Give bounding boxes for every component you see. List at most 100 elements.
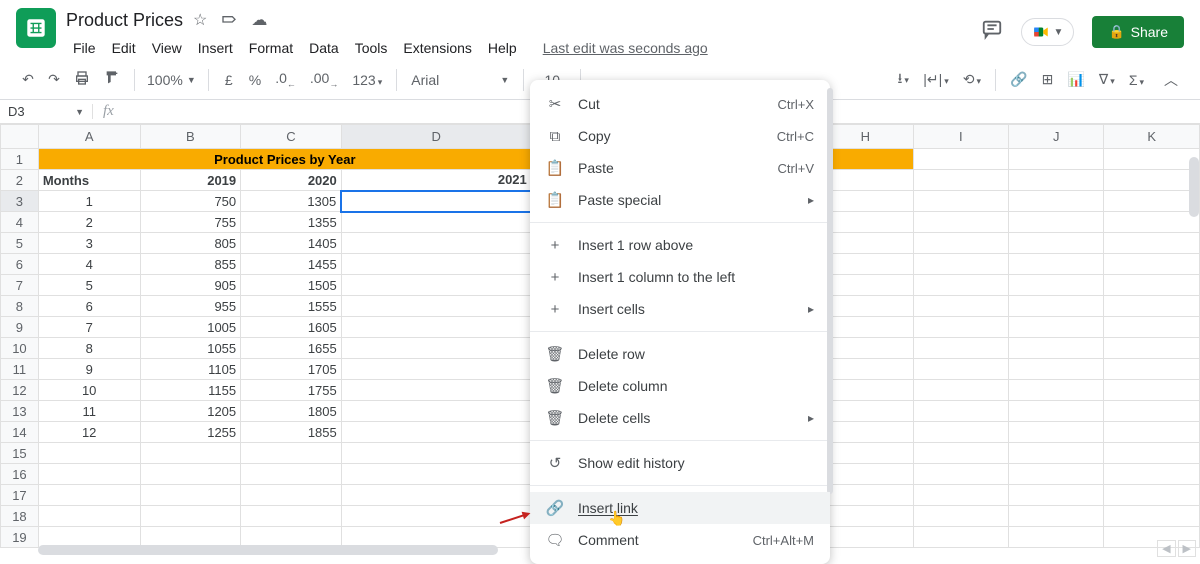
cell-I3[interactable] bbox=[913, 191, 1008, 212]
cell-B8[interactable]: 955 bbox=[140, 296, 241, 317]
cell-C12[interactable]: 1755 bbox=[241, 380, 342, 401]
cell-A2[interactable]: Months bbox=[38, 170, 140, 191]
cell-A13[interactable]: 11 bbox=[38, 401, 140, 422]
row-header-16[interactable]: 16 bbox=[1, 464, 39, 485]
cell-C8[interactable]: 1555 bbox=[241, 296, 342, 317]
cell-D4[interactable] bbox=[341, 212, 531, 233]
cell-B3[interactable]: 750 bbox=[140, 191, 241, 212]
col-header-K[interactable]: K bbox=[1104, 125, 1200, 149]
cell-I16[interactable] bbox=[913, 464, 1008, 485]
ctx-cut[interactable]: ✂ Cut Ctrl+X bbox=[530, 88, 830, 120]
cell-B11[interactable]: 1105 bbox=[140, 359, 241, 380]
cell-I1[interactable] bbox=[913, 149, 1008, 170]
cell-D16[interactable] bbox=[341, 464, 531, 485]
cell-K10[interactable] bbox=[1104, 338, 1200, 359]
cell-I5[interactable] bbox=[913, 233, 1008, 254]
ctx-paste[interactable]: 📋 Paste Ctrl+V bbox=[530, 152, 830, 184]
row-header-1[interactable]: 1 bbox=[1, 149, 39, 170]
decrease-decimal-button[interactable]: .0← bbox=[269, 66, 302, 93]
menu-extensions[interactable]: Extensions bbox=[396, 36, 478, 60]
cell-H18[interactable] bbox=[818, 506, 913, 527]
cell-K9[interactable] bbox=[1104, 317, 1200, 338]
cell-C16[interactable] bbox=[241, 464, 342, 485]
filter-menu[interactable]: ∇ bbox=[1093, 67, 1121, 92]
cell-C10[interactable]: 1655 bbox=[241, 338, 342, 359]
cell-B5[interactable]: 805 bbox=[140, 233, 241, 254]
row-header-10[interactable]: 10 bbox=[1, 338, 39, 359]
cell-K5[interactable] bbox=[1104, 233, 1200, 254]
cell-C5[interactable]: 1405 bbox=[241, 233, 342, 254]
undo-button[interactable]: ↶ bbox=[16, 67, 40, 92]
cell-K3[interactable] bbox=[1104, 191, 1200, 212]
ctx-insert-link[interactable]: 🔗 Insert link 👆 bbox=[530, 492, 830, 524]
cell-A10[interactable]: 8 bbox=[38, 338, 140, 359]
row-header-5[interactable]: 5 bbox=[1, 233, 39, 254]
document-title[interactable]: Product Prices bbox=[66, 10, 183, 31]
cell-B12[interactable]: 1155 bbox=[140, 380, 241, 401]
cell-B4[interactable]: 755 bbox=[140, 212, 241, 233]
paint-format-button[interactable] bbox=[98, 66, 126, 93]
cell-J8[interactable] bbox=[1009, 296, 1104, 317]
cell-D5[interactable] bbox=[341, 233, 531, 254]
insert-link-button[interactable]: 🔗 bbox=[1004, 67, 1033, 92]
col-header-I[interactable]: I bbox=[913, 125, 1008, 149]
cell-K17[interactable] bbox=[1104, 485, 1200, 506]
cell-J9[interactable] bbox=[1009, 317, 1104, 338]
row-header-13[interactable]: 13 bbox=[1, 401, 39, 422]
menu-help[interactable]: Help bbox=[481, 36, 524, 60]
cell-I7[interactable] bbox=[913, 275, 1008, 296]
cell-K12[interactable] bbox=[1104, 380, 1200, 401]
row-header-19[interactable]: 19 bbox=[1, 527, 39, 548]
move-icon[interactable] bbox=[221, 10, 237, 30]
cell-I9[interactable] bbox=[913, 317, 1008, 338]
redo-button[interactable]: ↷ bbox=[42, 67, 66, 92]
cloud-status-icon[interactable]: ☁ bbox=[251, 10, 267, 30]
collapse-toolbar-button[interactable]: ︿ bbox=[1158, 66, 1184, 94]
row-header-3[interactable]: 3 bbox=[1, 191, 39, 212]
cell-I4[interactable] bbox=[913, 212, 1008, 233]
cell-I18[interactable] bbox=[913, 506, 1008, 527]
cell-J15[interactable] bbox=[1009, 443, 1104, 464]
cell-C14[interactable]: 1855 bbox=[241, 422, 342, 443]
functions-menu[interactable]: Σ bbox=[1123, 68, 1150, 92]
ctx-insert-cells[interactable]: + Insert cells ▸ bbox=[530, 293, 830, 325]
col-header-A[interactable]: A bbox=[38, 125, 140, 149]
cell-I14[interactable] bbox=[913, 422, 1008, 443]
row-header-6[interactable]: 6 bbox=[1, 254, 39, 275]
cell-J18[interactable] bbox=[1009, 506, 1104, 527]
cell-J12[interactable] bbox=[1009, 380, 1104, 401]
ctx-delete-row[interactable]: 🗑 Delete row bbox=[530, 338, 830, 370]
menu-insert[interactable]: Insert bbox=[191, 36, 240, 60]
print-button[interactable] bbox=[68, 66, 96, 93]
cell-B14[interactable]: 1255 bbox=[140, 422, 241, 443]
cell-J4[interactable] bbox=[1009, 212, 1104, 233]
cell-C6[interactable]: 1455 bbox=[241, 254, 342, 275]
number-format-menu[interactable]: 123 bbox=[346, 68, 388, 92]
cell-I15[interactable] bbox=[913, 443, 1008, 464]
cell-C7[interactable]: 1505 bbox=[241, 275, 342, 296]
row-header-7[interactable]: 7 bbox=[1, 275, 39, 296]
cell-J2[interactable] bbox=[1009, 170, 1104, 191]
menu-format[interactable]: Format bbox=[242, 36, 300, 60]
cell-A18[interactable] bbox=[38, 506, 140, 527]
cell-D10[interactable] bbox=[341, 338, 531, 359]
cell-A17[interactable] bbox=[38, 485, 140, 506]
cell-A8[interactable]: 6 bbox=[38, 296, 140, 317]
row-header-9[interactable]: 9 bbox=[1, 317, 39, 338]
cell-B18[interactable] bbox=[140, 506, 241, 527]
zoom-select[interactable]: 100%▼ bbox=[143, 70, 200, 90]
vertical-scrollbar[interactable] bbox=[1189, 157, 1199, 217]
cell-K8[interactable] bbox=[1104, 296, 1200, 317]
cell-D13[interactable] bbox=[341, 401, 531, 422]
cell-D3[interactable] bbox=[341, 191, 531, 212]
cell-C13[interactable]: 1805 bbox=[241, 401, 342, 422]
cell-I2[interactable] bbox=[913, 170, 1008, 191]
cell-B6[interactable]: 855 bbox=[140, 254, 241, 275]
col-header-J[interactable]: J bbox=[1009, 125, 1104, 149]
cell-A15[interactable] bbox=[38, 443, 140, 464]
cell-K7[interactable] bbox=[1104, 275, 1200, 296]
cell-D12[interactable] bbox=[341, 380, 531, 401]
row-header-4[interactable]: 4 bbox=[1, 212, 39, 233]
comment-history-icon[interactable] bbox=[981, 18, 1003, 46]
cell-D8[interactable] bbox=[341, 296, 531, 317]
